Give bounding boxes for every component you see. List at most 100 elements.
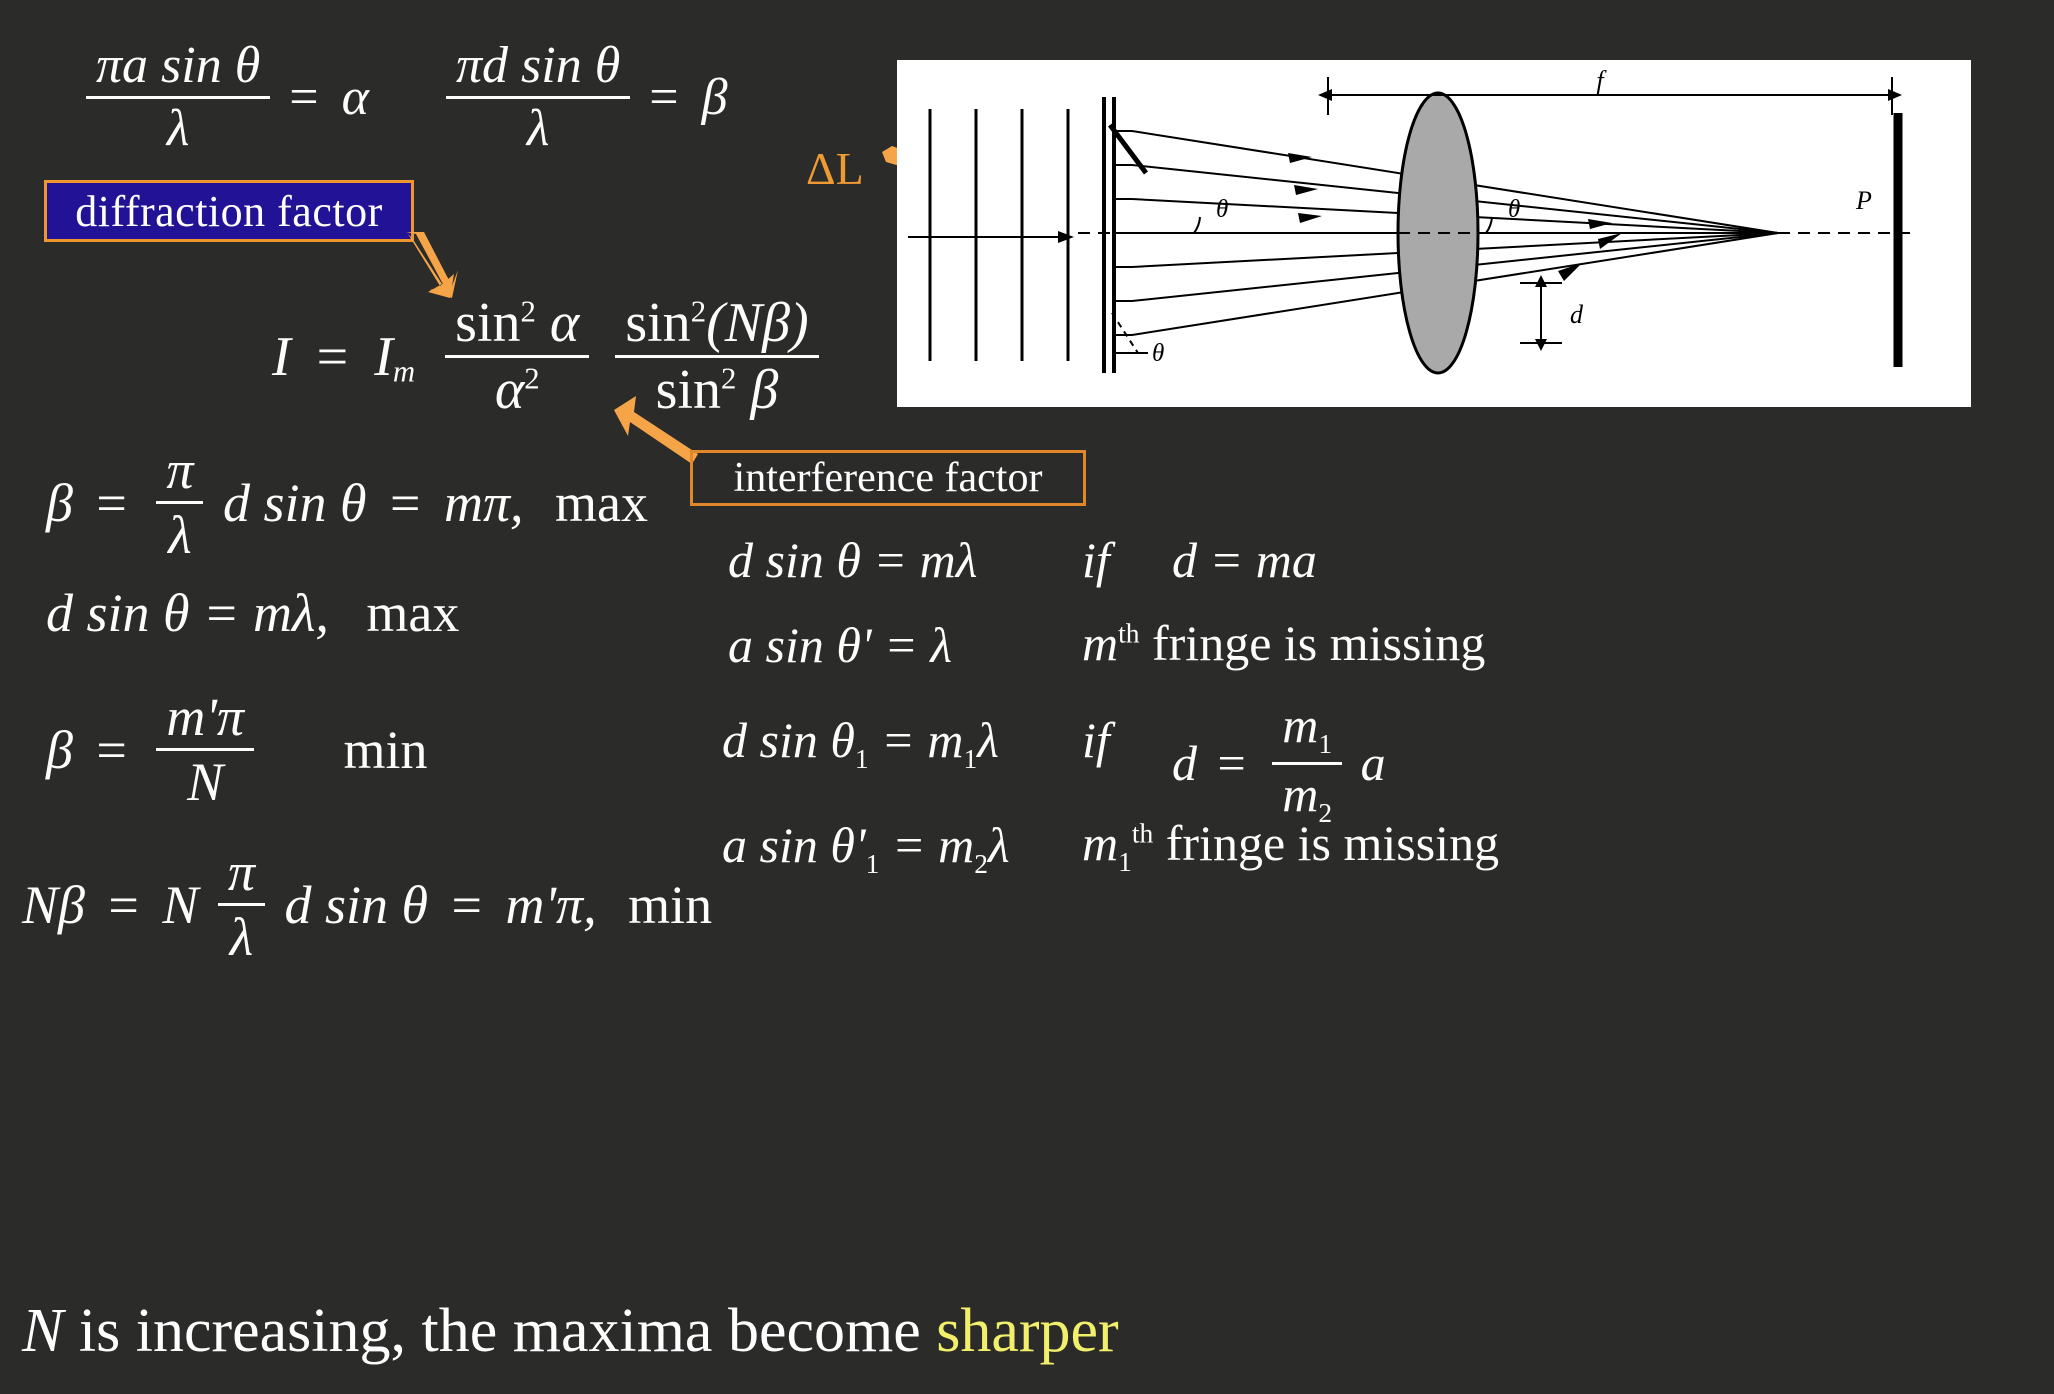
arrow-diffraction-to-formula — [406, 232, 458, 298]
m-symbol: m — [1282, 765, 1319, 822]
condition-max: max — [555, 472, 648, 533]
equation-right-row3-if: if — [1082, 715, 1110, 765]
beta-symbol: β — [46, 472, 73, 533]
fraction-m1-over-m2: m1 m2 — [1272, 700, 1343, 826]
slide-canvas: πa sin θ λ = α πd sin θ λ = β diffractio… — [0, 0, 2054, 1394]
diffraction-factor-label-box[interactable]: diffraction factor — [44, 180, 414, 242]
m1-numerator: m1 — [1272, 700, 1342, 762]
theta-label-1: θ — [1216, 196, 1228, 223]
m-pi: mπ, — [443, 472, 524, 533]
fraction-mprime-pi-over-N: m'π N — [156, 690, 254, 809]
fraction-alpha: πa sin θ λ — [86, 37, 271, 157]
m-symbol: m — [1082, 615, 1119, 671]
alpha-symbol: α — [341, 68, 369, 126]
grating-lens-screen-diagram: f P d θ θ θ — [897, 60, 1971, 407]
intensity-I: I — [272, 325, 291, 388]
equation-intensity: I = Im sin2 α α2 sin2(Nβ) sin2 β — [272, 295, 825, 418]
condition-min: min — [628, 874, 713, 935]
fraction-beta: πd sin θ λ — [446, 37, 631, 157]
a-symbol: a — [722, 817, 747, 873]
N-symbol: N — [22, 1297, 64, 1365]
lambda-symbol: λ — [977, 712, 999, 768]
fraction-diffraction-factor: sin2 α α2 — [445, 292, 590, 418]
m-subscript-2: 2 — [974, 848, 988, 879]
N-beta-symbol: Nβ — [22, 874, 85, 935]
equation-d-sin-theta-max: d sin θ = mλ, max — [46, 580, 459, 640]
a-symbol: a — [728, 617, 753, 673]
sharper-highlight: sharper — [936, 1297, 1119, 1365]
pi-numerator: π — [166, 440, 194, 500]
equation-right-row4-left: a sin θ'1 = m2λ — [722, 820, 1010, 878]
alpha-var: α — [549, 292, 580, 354]
lambda-denominator: λ — [168, 505, 192, 565]
equation-beta-min: β = m'π N min — [46, 690, 428, 809]
beta-numerator: πd sin θ — [456, 37, 621, 94]
condition-min: min — [343, 719, 428, 780]
equals-sign: = — [96, 719, 127, 780]
diffraction-factor-text: diffraction factor — [75, 186, 383, 236]
equals-m: = m — [879, 817, 975, 873]
sin-power: 2 — [690, 294, 707, 329]
equation-right-row3-right: d = m1 m2 a — [1172, 700, 1386, 826]
alpha-power: 2 — [524, 361, 540, 396]
if-keyword: if — [1082, 532, 1110, 588]
condition-max: max — [366, 582, 460, 643]
sin-theta-prime-lambda: sin θ' = λ — [753, 617, 953, 673]
d-symbol: d — [722, 712, 747, 768]
equation-beta-definition: πd sin θ λ = β — [440, 40, 728, 155]
interference-numerator: sin2(Nβ) — [615, 295, 818, 355]
ordinal-th: th — [1131, 817, 1154, 849]
diagram-svg: f P d θ θ θ — [898, 61, 1970, 406]
sin-power: 2 — [520, 294, 536, 329]
N-symbol: N — [162, 874, 199, 935]
d-symbol: d — [1172, 735, 1197, 791]
fraction-pi-lambda: π λ — [217, 842, 265, 964]
fraction-pi-lambda: π λ — [156, 440, 204, 565]
equation-right-row2-right: mth fringe is missing — [1082, 618, 1485, 668]
a-symbol: a — [1360, 735, 1386, 791]
pi-numerator: π — [227, 842, 255, 902]
alpha-var: α — [494, 359, 525, 421]
lambda-symbol: λ — [987, 817, 1010, 873]
equation-right-row1-left: d sin θ = mλ — [728, 535, 977, 585]
alpha-numerator: πa sin θ — [96, 37, 261, 94]
d-sin-theta-m-lambda: d sin θ = mλ — [728, 532, 978, 588]
summary-middle-text: is increasing, the maxima become — [63, 1297, 937, 1365]
sin-theta-prime: sin θ' — [747, 817, 866, 873]
m-subscript-1: 1 — [963, 743, 978, 774]
N-denominator: N — [187, 752, 224, 812]
alpha-denominator: λ — [166, 100, 190, 157]
sin-text: sin — [455, 292, 521, 354]
beta-equals: = — [649, 68, 679, 126]
fringe-missing-text: fringe is missing — [1153, 815, 1500, 871]
beta-var: β — [750, 359, 779, 421]
ordinal-th: th — [1118, 617, 1140, 649]
delta-L-label: ΔL — [806, 142, 864, 195]
equation-alpha-definition: πa sin θ λ = α — [80, 40, 369, 155]
interference-factor-text: interference factor — [733, 455, 1043, 501]
equals-m: = m — [868, 712, 964, 768]
equation-right-row1-right: d = ma — [1172, 535, 1317, 585]
intensity-equals: = — [316, 325, 349, 388]
equation-right-row3-left: d sin θ1 = m1λ — [722, 715, 999, 773]
subscript-1: 1 — [1318, 728, 1333, 759]
alpha-equals: = — [289, 68, 319, 126]
d-sin-expression: d sin θ = mλ, — [46, 582, 329, 643]
m-symbol: m — [1282, 697, 1319, 753]
m-symbol: m — [1082, 815, 1119, 871]
m-prime-pi-numerator: m'π — [166, 687, 244, 747]
equals-sign: = — [1217, 735, 1246, 791]
theta-subscript-1: 1 — [865, 848, 880, 879]
equation-right-row2-left: a sin θ' = λ — [728, 620, 952, 670]
sin-text: sin — [625, 292, 691, 354]
d-sin-theta: d sin θ — [284, 874, 429, 935]
theta-subscript-1: 1 — [854, 743, 869, 774]
sin-theta: sin θ — [747, 712, 855, 768]
interference-factor-label-box[interactable]: interference factor — [690, 450, 1086, 506]
beta-denominator: λ — [526, 100, 550, 157]
diffraction-denominator: α2 — [485, 358, 550, 418]
beta-symbol: β — [46, 719, 73, 780]
equals-sign: = — [389, 472, 421, 533]
equation-right-row1-if: if — [1082, 535, 1110, 585]
summary-sentence: N is increasing, the maxima become sharp… — [22, 1296, 1119, 1367]
